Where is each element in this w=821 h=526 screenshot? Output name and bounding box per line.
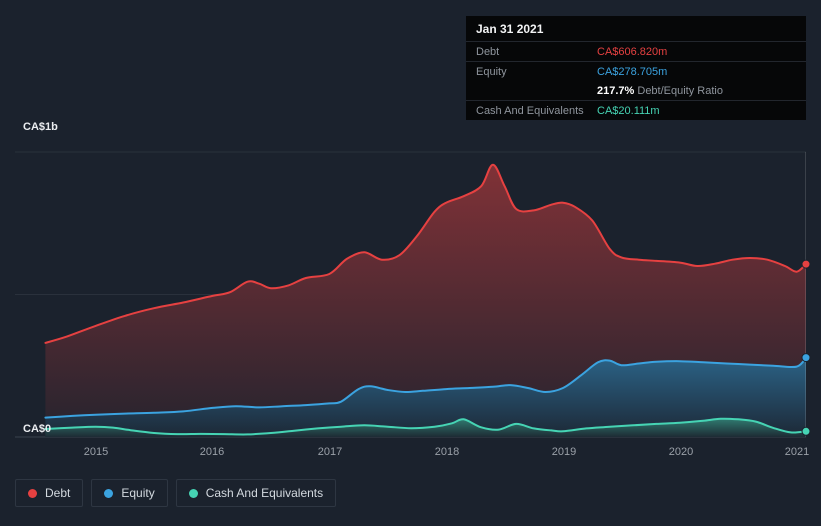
chart-tooltip: Jan 31 2021 Debt CA$606.820m Equity CA$2… xyxy=(466,16,806,120)
tooltip-row-debt: Debt CA$606.820m xyxy=(466,41,806,61)
cash-legend-dot-icon xyxy=(188,488,198,498)
debt-legend-dot-icon xyxy=(28,488,37,498)
tooltip-row-equity: Equity CA$278.705m xyxy=(466,61,806,81)
tooltip-date: Jan 31 2021 xyxy=(476,22,544,36)
tooltip-ratio-value: 217.7% Debt/Equity Ratio xyxy=(597,84,723,97)
legend-equity-label: Equity xyxy=(121,486,155,500)
y-axis-label-1b: CA$1b xyxy=(23,121,58,133)
tooltip-debt-value: CA$606.820m xyxy=(597,45,668,58)
x-tick-2019: 2019 xyxy=(551,446,577,458)
legend-item-equity[interactable]: Equity xyxy=(91,479,168,507)
x-tick-2015: 2015 xyxy=(83,446,109,458)
x-tick-2017: 2017 xyxy=(317,446,343,458)
legend-cash-label: Cash And Equivalents xyxy=(205,486,324,500)
chart-legend: Debt Equity Cash And Equivalents xyxy=(15,479,337,507)
legend-item-cash[interactable]: Cash And Equivalents xyxy=(175,479,337,507)
y-axis-label-0: CA$0 xyxy=(23,423,52,435)
debt-equity-history-page: CA$1b CA$0 2015 2016 2017 2018 2019 2020… xyxy=(0,0,821,526)
x-tick-2016: 2016 xyxy=(199,446,225,458)
tooltip-row-ratio: 217.7% Debt/Equity Ratio xyxy=(466,81,806,100)
tooltip-cash-value: CA$20.111m xyxy=(597,104,660,117)
tooltip-row-cash: Cash And Equivalents CA$20.111m xyxy=(466,100,806,120)
x-tick-2020: 2020 xyxy=(668,446,694,458)
x-tick-2021: 2021 xyxy=(784,446,810,458)
tooltip-cash-label: Cash And Equivalents xyxy=(476,104,584,117)
legend-item-debt[interactable]: Debt xyxy=(15,479,84,507)
tooltip-debt-label: Debt xyxy=(476,45,500,58)
equity-legend-dot-icon xyxy=(104,488,114,498)
tooltip-equity-value: CA$278.705m xyxy=(597,65,668,78)
legend-debt-label: Debt xyxy=(45,486,71,500)
tooltip-equity-label: Equity xyxy=(476,65,507,78)
x-tick-2018: 2018 xyxy=(434,446,460,458)
